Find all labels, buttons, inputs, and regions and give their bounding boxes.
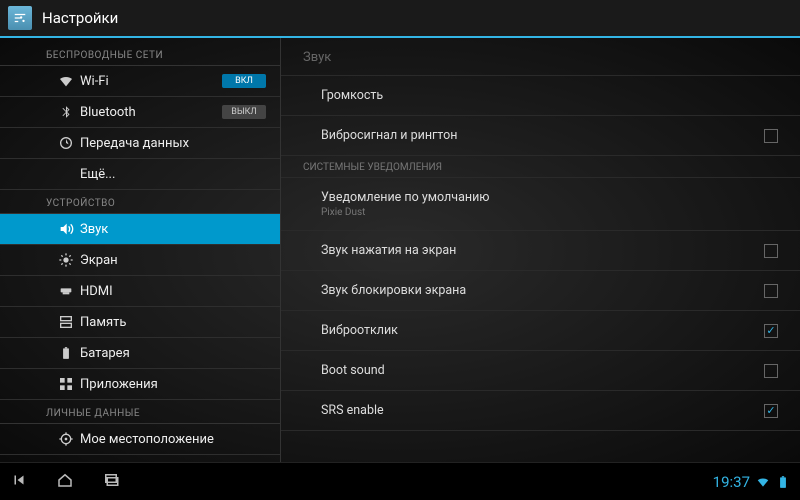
sidebar-item-label: Экран: [80, 253, 118, 268]
sidebar-item-label: Передача данных: [80, 136, 189, 151]
pref-звук-блокировки-экрана[interactable]: Звук блокировки экрана: [281, 271, 800, 311]
storage-icon: [58, 314, 74, 330]
pref-громкость[interactable]: Громкость: [281, 76, 800, 116]
pref-boot-sound[interactable]: Boot sound: [281, 351, 800, 391]
checkbox[interactable]: [764, 364, 778, 378]
sidebar-item-label: Приложения: [80, 377, 158, 392]
bluetooth-icon: [58, 104, 74, 120]
sidebar-item-label: Память: [80, 315, 126, 330]
pref-title: Вибросигнал и рингтон: [321, 128, 764, 143]
sidebar-item-label: HDMI: [80, 284, 113, 299]
toggle-switch[interactable]: ВКЛ: [222, 74, 266, 88]
sidebar-item-label: Bluetooth: [80, 105, 136, 120]
pref-title: Звук нажатия на экран: [321, 243, 764, 258]
sidebar-item-label: Wi-Fi: [80, 74, 109, 89]
sidebar-section-header: УСТРОЙСТВО: [0, 190, 280, 214]
checkbox[interactable]: ✓: [764, 404, 778, 418]
recents-button[interactable]: [102, 471, 120, 493]
sidebar-item-wi-fi[interactable]: Wi-Fi ВКЛ: [0, 66, 280, 97]
checkbox[interactable]: [764, 284, 778, 298]
home-button[interactable]: [56, 471, 74, 493]
pref-вибросигнал-и-рингтон[interactable]: Вибросигнал и рингтон: [281, 116, 800, 156]
data-icon: [58, 135, 74, 151]
display-icon: [58, 252, 74, 268]
action-bar: Настройки: [0, 0, 800, 38]
pref-уведомление-по-умолчанию[interactable]: Уведомление по умолчанию Pixie Dust: [281, 178, 800, 231]
pref-title: Уведомление по умолчанию: [321, 190, 778, 205]
sidebar-item-экран[interactable]: Экран: [0, 245, 280, 276]
wifi-status-icon: [756, 475, 770, 489]
checkbox[interactable]: ✓: [764, 324, 778, 338]
sidebar-section-header: ЛИЧНЫЕ ДАННЫЕ: [0, 400, 280, 424]
sidebar-item-батарея[interactable]: Батарея: [0, 338, 280, 369]
clock: 19:37: [713, 473, 750, 491]
sidebar-item-безопасность[interactable]: Безопасность: [0, 455, 280, 462]
battery-icon: [58, 345, 74, 361]
sound-icon: [58, 221, 74, 237]
status-area[interactable]: 19:37: [713, 473, 790, 491]
sidebar-item-label: Ещё...: [80, 167, 115, 182]
sidebar-item-label: Мое местоположение: [80, 432, 214, 447]
checkbox[interactable]: [764, 129, 778, 143]
sidebar-item-bluetooth[interactable]: Bluetooth ВЫКЛ: [0, 97, 280, 128]
pref-виброотклик[interactable]: Виброотклик✓: [281, 311, 800, 351]
pref-title: SRS enable: [321, 403, 764, 418]
battery-status-icon: [776, 475, 790, 489]
toggle-switch[interactable]: ВЫКЛ: [222, 105, 266, 119]
hdmi-icon: [58, 283, 74, 299]
blank-icon: [58, 166, 74, 182]
settings-app-icon: [8, 6, 32, 30]
location-icon: [58, 431, 74, 447]
detail-header: Звук: [281, 38, 800, 76]
pref-title: Звук блокировки экрана: [321, 283, 764, 298]
pref-title: Виброотклик: [321, 323, 764, 338]
page-title: Настройки: [42, 9, 118, 27]
sidebar-section-header: БЕСПРОВОДНЫЕ СЕТИ: [0, 42, 280, 66]
pref-звук-нажатия-на-экран[interactable]: Звук нажатия на экран: [281, 231, 800, 271]
pref-subtitle: Pixie Dust: [321, 207, 778, 218]
sidebar-item-мое-местоположение[interactable]: Мое местоположение: [0, 424, 280, 455]
apps-icon: [58, 376, 74, 392]
sidebar-item-label: Батарея: [80, 346, 130, 361]
sidebar-item-передача-данных[interactable]: Передача данных: [0, 128, 280, 159]
main-content: БЕСПРОВОДНЫЕ СЕТИ Wi-Fi ВКЛ Bluetooth ВЫКЛ Пе…: [0, 38, 800, 462]
wifi-icon: [58, 73, 74, 89]
sidebar-item-память[interactable]: Память: [0, 307, 280, 338]
sidebar-item-ещ-[interactable]: Ещё...: [0, 159, 280, 190]
detail-section-header: СИСТЕМНЫЕ УВЕДОМЛЕНИЯ: [281, 156, 800, 178]
sidebar-item-hdmi[interactable]: HDMI: [0, 276, 280, 307]
settings-detail-panel[interactable]: Звук Громкость Вибросигнал и рингтон СИСТЕМ…: [280, 38, 800, 462]
pref-srs-enable[interactable]: SRS enable✓: [281, 391, 800, 431]
pref-title: Громкость: [321, 88, 778, 103]
back-button[interactable]: [10, 471, 28, 493]
pref-title: Boot sound: [321, 363, 764, 378]
sidebar-item-звук[interactable]: Звук: [0, 214, 280, 245]
sidebar-item-приложения[interactable]: Приложения: [0, 369, 280, 400]
checkbox[interactable]: [764, 244, 778, 258]
sidebar-item-label: Звук: [80, 222, 108, 237]
system-nav-bar: 19:37: [0, 462, 800, 500]
settings-sidebar[interactable]: БЕСПРОВОДНЫЕ СЕТИ Wi-Fi ВКЛ Bluetooth ВЫКЛ Пе…: [0, 38, 280, 462]
